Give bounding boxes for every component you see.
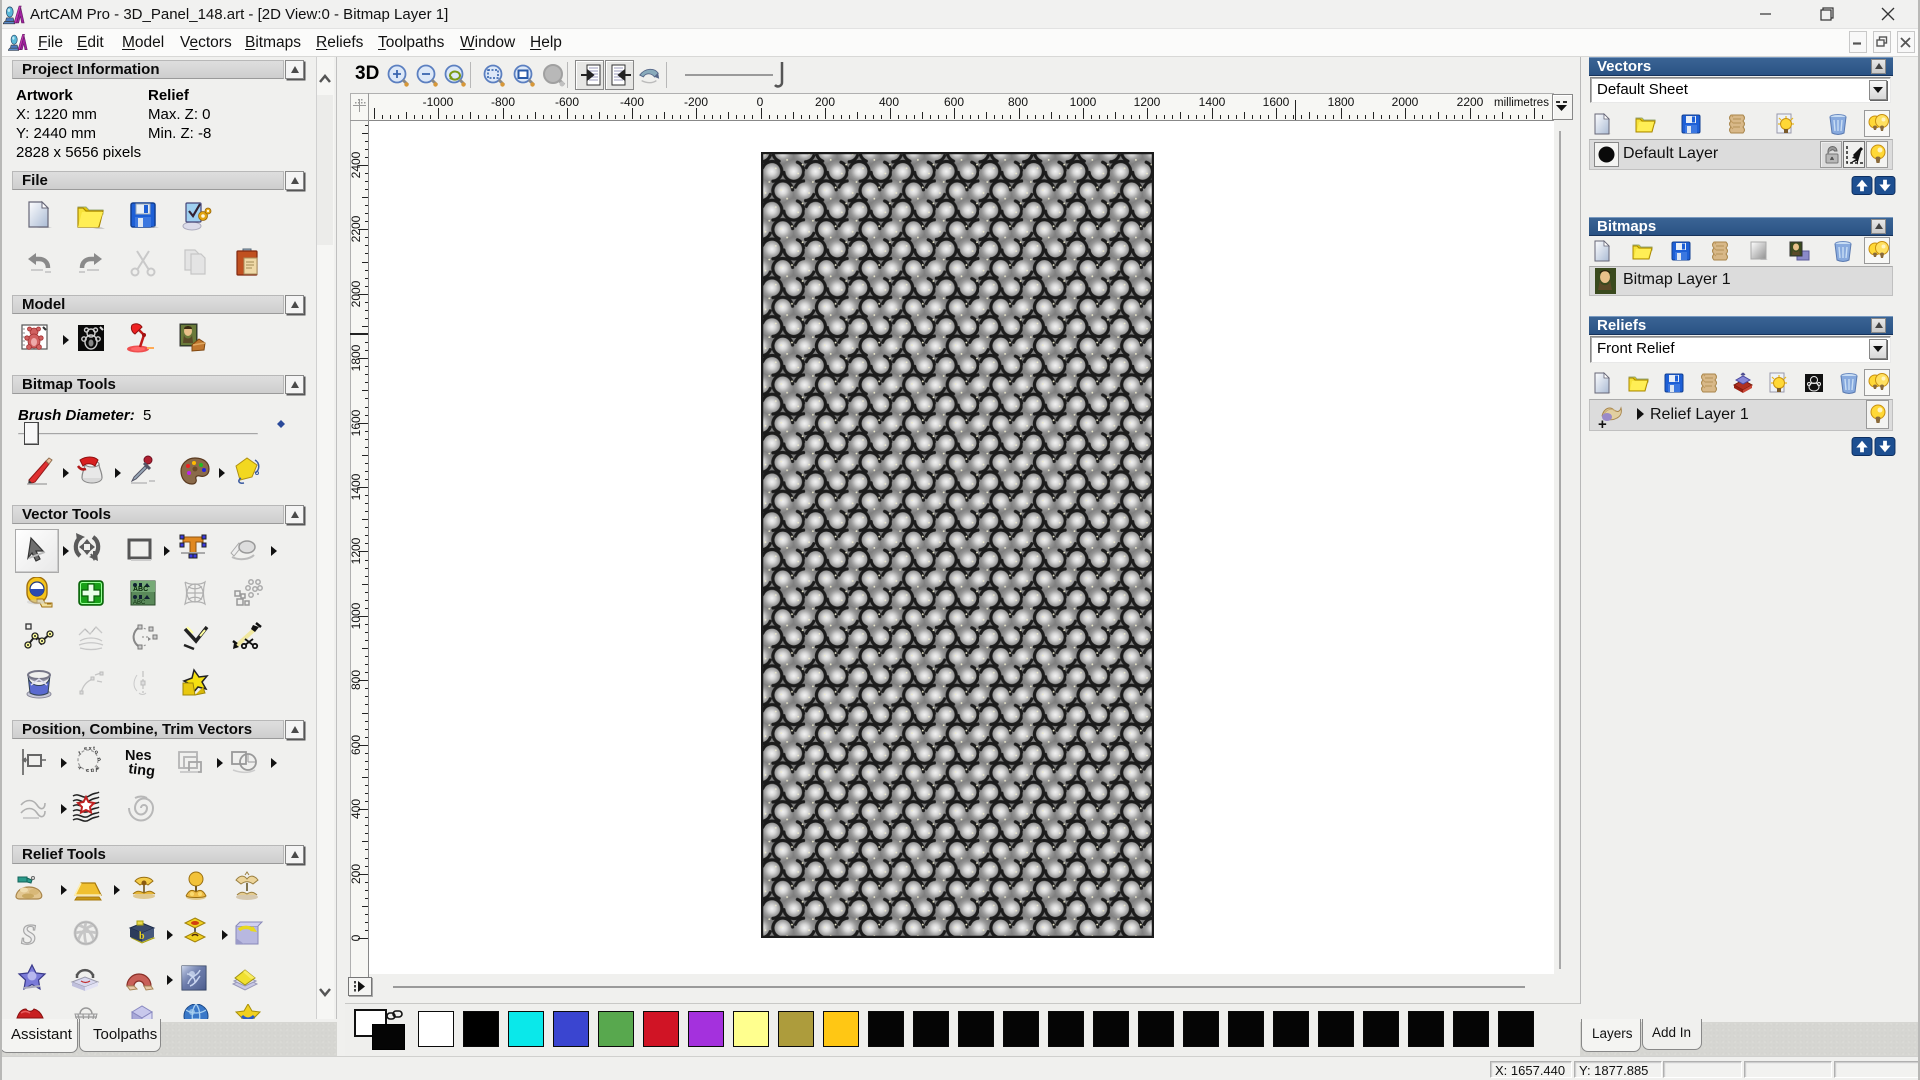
svg-text:S: S: [21, 920, 37, 951]
svg-text:n: n: [95, 757, 102, 763]
svg-text:ABC: ABC: [133, 586, 148, 593]
svg-text:b: b: [139, 931, 145, 942]
svg-text:v: v: [76, 764, 83, 770]
svg-text:c u r: c u r: [86, 768, 98, 774]
svg-text:ABC: ABC: [133, 600, 146, 606]
svg-text:ting: ting: [128, 761, 156, 780]
svg-text:e x t: e x t: [84, 746, 95, 752]
